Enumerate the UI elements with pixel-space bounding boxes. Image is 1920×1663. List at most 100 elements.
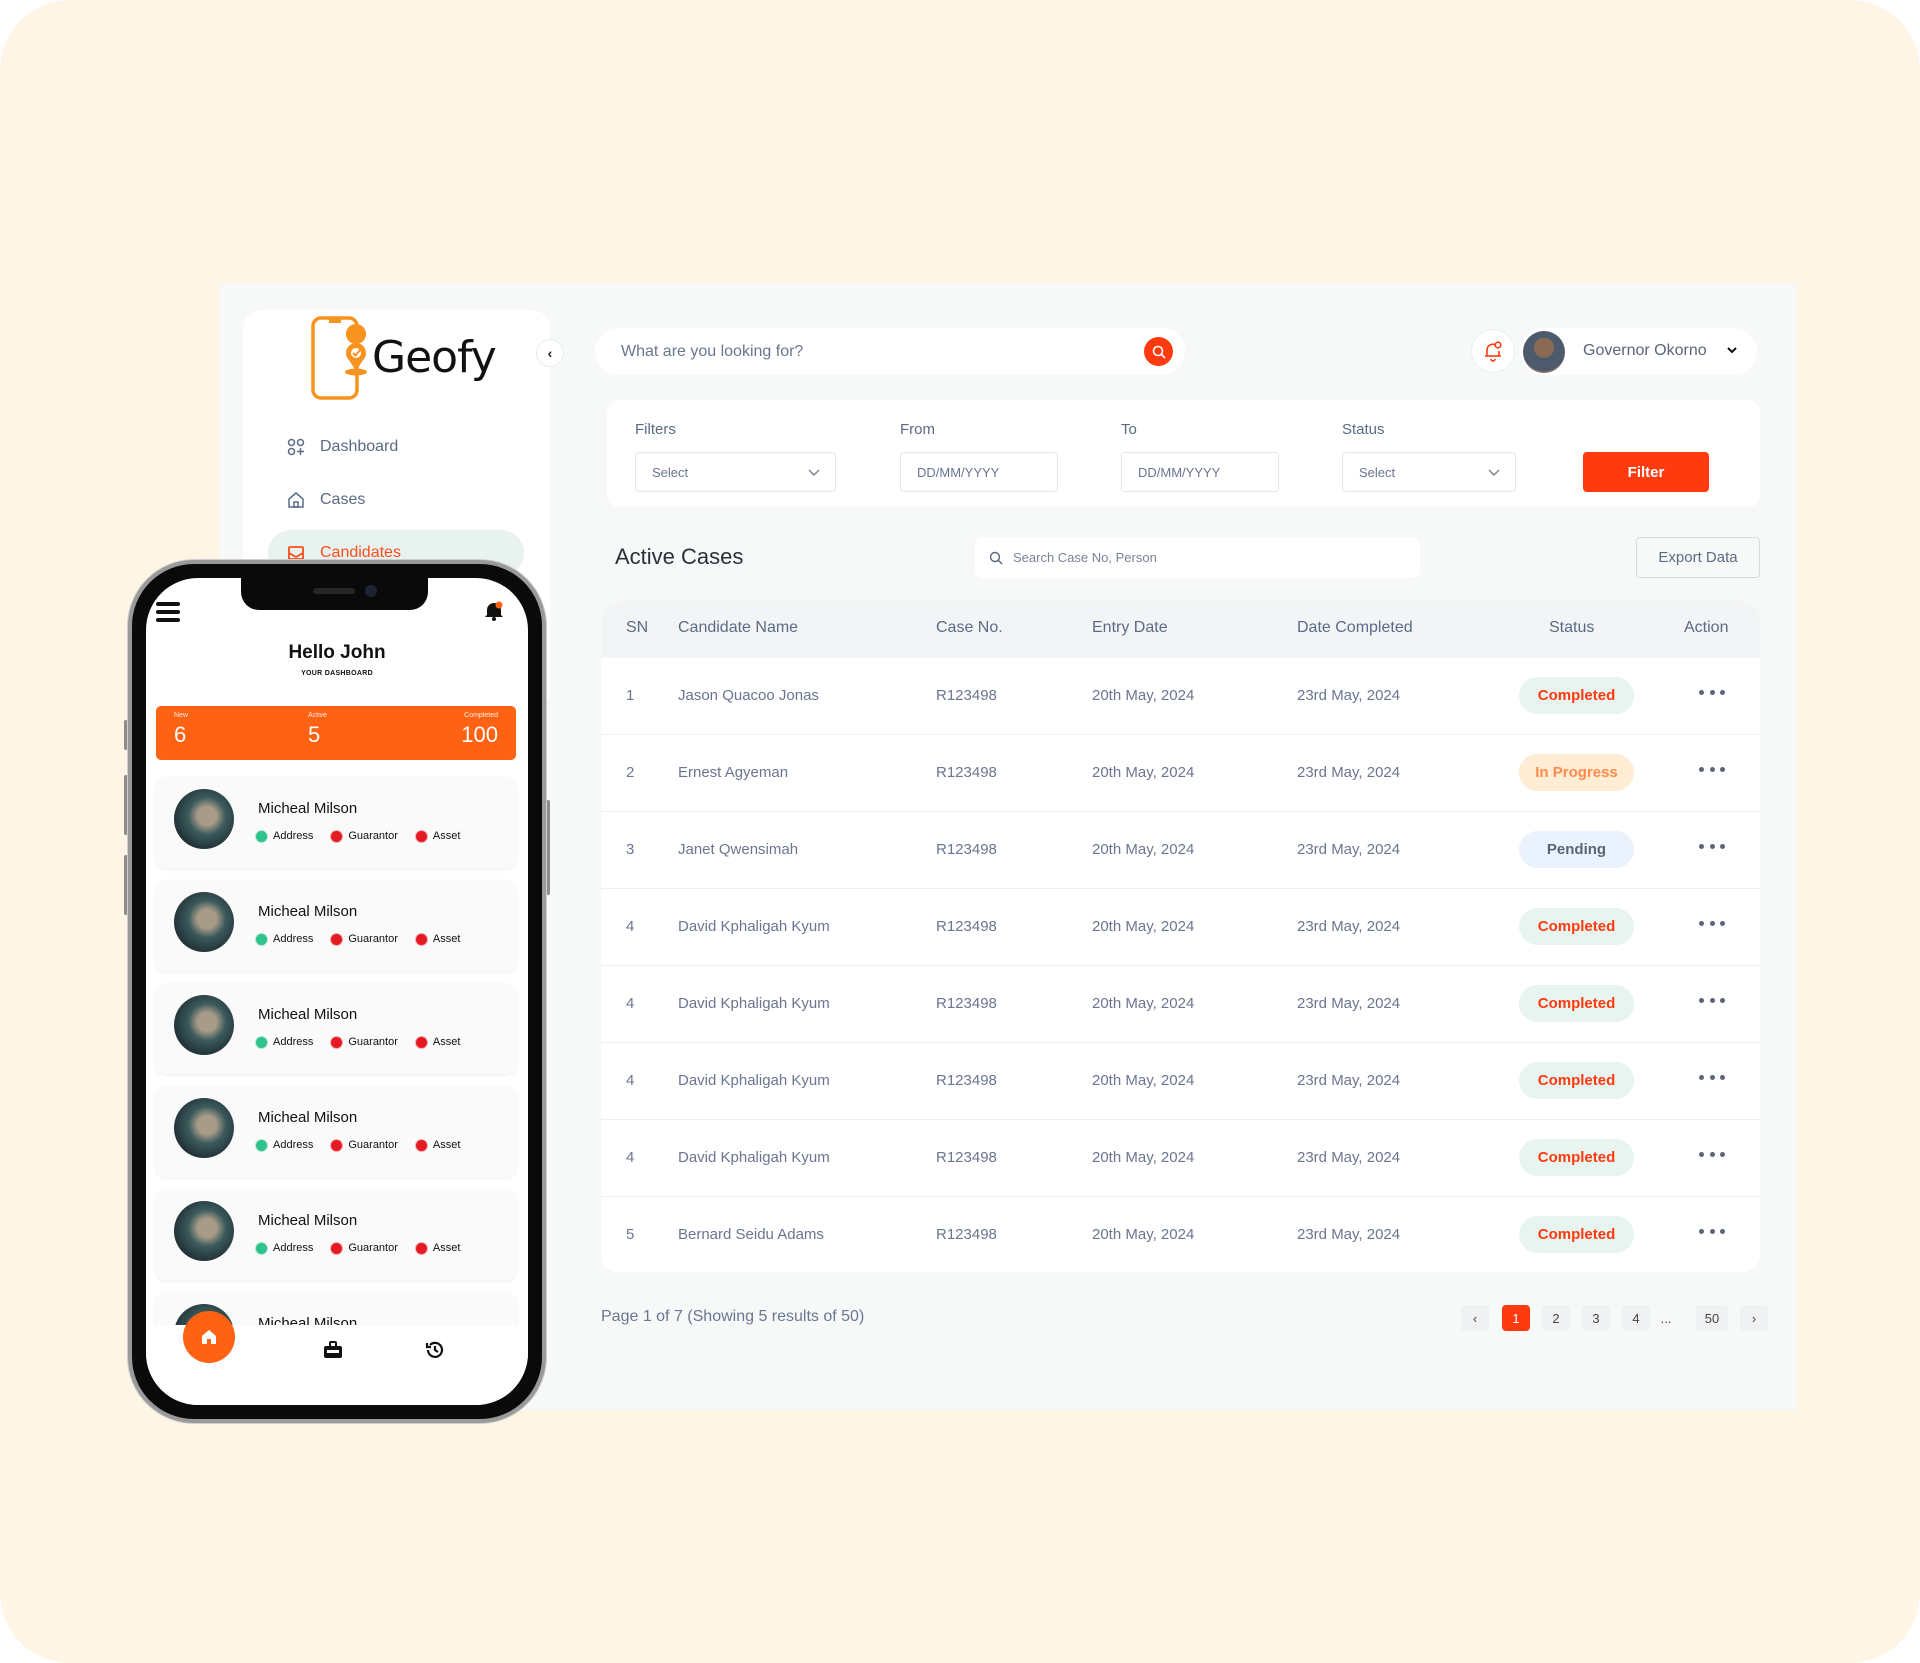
page-button[interactable]: 3 <box>1582 1305 1610 1331</box>
verification-tag: Guarantor <box>331 830 398 842</box>
verification-tag: Address <box>256 933 313 945</box>
bell-icon[interactable] <box>484 600 504 622</box>
next-page-button[interactable]: › <box>1740 1305 1768 1331</box>
verification-tag: Address <box>256 1036 313 1048</box>
status-dot-icon <box>415 1036 427 1048</box>
sidebar-item-dashboard[interactable]: Dashboard <box>268 424 524 470</box>
stat-label: Completed <box>464 712 498 719</box>
filter-button[interactable]: Filter <box>1583 452 1709 492</box>
status-dot-icon <box>331 1242 343 1254</box>
to-date-input[interactable]: DD/MM/YYYY <box>1121 452 1279 492</box>
candidate-card[interactable]: Micheal Milson Address Guarantor Asset <box>156 1087 516 1177</box>
page-button[interactable]: 50 <box>1696 1305 1728 1331</box>
cell-case-no: R123498 <box>936 1226 997 1243</box>
phone-greeting: Hello John <box>288 642 386 663</box>
candidate-avatar <box>174 892 234 952</box>
phone-notch <box>241 578 428 610</box>
column-header: Case No. <box>936 619 1003 636</box>
to-date-placeholder: DD/MM/YYYY <box>1138 464 1221 480</box>
table-row[interactable]: 4 David Kphaligah Kyum R123498 20th May, 20… <box>601 966 1760 1043</box>
verification-tag: Address <box>256 1139 313 1151</box>
more-actions-icon[interactable] <box>1699 916 1725 930</box>
phone-screen: Hello John YOUR DASHBOARD New 6 Active 5… <box>146 578 528 1405</box>
column-header: Date Completed <box>1297 619 1413 636</box>
cell-sn: 4 <box>626 1072 635 1089</box>
verification-tag: Address <box>256 830 313 842</box>
phone-speaker <box>313 588 355 594</box>
cell-sn: 1 <box>626 687 635 704</box>
cell-sn: 4 <box>626 1149 635 1166</box>
cell-entry-date: 20th May, 2024 <box>1092 687 1195 704</box>
table-row[interactable]: 4 David Kphaligah Kyum R123498 20th May, 20… <box>601 1043 1760 1120</box>
verification-tag-label: Address <box>273 1139 314 1151</box>
briefcase-icon[interactable] <box>323 1341 343 1359</box>
table-row[interactable]: 4 David Kphaligah Kyum R123498 20th May, 20… <box>601 1120 1760 1197</box>
cell-entry-date: 20th May, 2024 <box>1092 1072 1195 1089</box>
cell-candidate-name: Jason Quacoo Jonas <box>678 687 819 704</box>
status-dot-icon <box>256 1139 267 1151</box>
verification-tag: Asset <box>415 1139 460 1151</box>
column-header: Action <box>1684 619 1729 636</box>
sidebar-item-cases[interactable]: Cases <box>268 477 524 523</box>
status-badge: Completed <box>1519 908 1634 945</box>
more-actions-icon[interactable] <box>1699 993 1725 1007</box>
more-actions-icon[interactable] <box>1699 1224 1725 1238</box>
cell-candidate-name: David Kphaligah Kyum <box>678 995 830 1012</box>
status-dot-icon <box>415 830 427 842</box>
prev-page-button[interactable]: ‹ <box>1461 1305 1489 1331</box>
candidate-card[interactable]: Micheal Milson Address Guarantor Asset <box>156 984 516 1074</box>
more-actions-icon[interactable] <box>1699 839 1725 853</box>
page-button[interactable]: 1 <box>1502 1305 1530 1331</box>
verification-tag-label: Address <box>273 933 314 945</box>
verification-tag-label: Guarantor <box>348 1242 398 1254</box>
more-actions-icon[interactable] <box>1699 1070 1725 1084</box>
verification-tag-label: Guarantor <box>348 830 398 842</box>
from-date-input[interactable]: DD/MM/YYYY <box>900 452 1058 492</box>
table-row[interactable]: 5 Bernard Seidu Adams R123498 20th May, 202… <box>601 1197 1760 1272</box>
verification-tags: Address Guarantor Asset <box>256 1242 478 1254</box>
user-name: Governor Okorno <box>1583 342 1707 359</box>
home-tab-button[interactable] <box>183 1311 235 1363</box>
table-row[interactable]: 4 David Kphaligah Kyum R123498 20th May, 20… <box>601 889 1760 966</box>
candidate-card[interactable]: Micheal Milson Address Guarantor Asset <box>156 1190 516 1280</box>
case-search-input[interactable]: Search Case No, Person <box>975 537 1420 578</box>
chevron-down-icon <box>808 469 820 476</box>
status-label: Status <box>1342 421 1385 438</box>
collapse-sidebar-button[interactable]: ‹ <box>536 339 564 367</box>
stat-value: 5 <box>308 722 321 747</box>
menu-icon[interactable] <box>156 602 180 626</box>
page-button[interactable]: 4 <box>1622 1305 1650 1331</box>
search-button[interactable] <box>1144 337 1173 366</box>
verification-tag: Asset <box>415 1036 460 1048</box>
global-search-input[interactable]: What are you looking for? <box>595 328 1185 375</box>
chevron-left-icon: ‹ <box>547 345 553 361</box>
more-actions-icon[interactable] <box>1699 1147 1725 1161</box>
verification-tags: Address Guarantor Asset <box>256 830 478 842</box>
cell-entry-date: 20th May, 2024 <box>1092 918 1195 935</box>
candidate-name: Micheal Milson <box>258 1212 358 1229</box>
cell-case-no: R123498 <box>936 1072 997 1089</box>
page-button[interactable]: 2 <box>1542 1305 1570 1331</box>
table-row[interactable]: 3 Janet Qwensimah R123498 20th May, 2024 23r… <box>601 812 1760 889</box>
candidate-card[interactable]: Micheal Milson Address Guarantor Asset <box>156 778 516 868</box>
user-profile-menu[interactable]: Governor Okorno <box>1520 328 1757 375</box>
cell-candidate-name: David Kphaligah Kyum <box>678 918 830 935</box>
cell-candidate-name: David Kphaligah Kyum <box>678 1149 830 1166</box>
filters-select[interactable]: Select <box>635 452 836 492</box>
verification-tags: Address Guarantor Asset <box>256 1139 478 1151</box>
table-row[interactable]: 1 Jason Quacoo Jonas R123498 20th May, 2024… <box>601 658 1760 735</box>
export-data-button[interactable]: Export Data <box>1636 537 1760 578</box>
cell-entry-date: 20th May, 2024 <box>1092 764 1195 781</box>
status-badge: Completed <box>1519 677 1634 714</box>
candidate-card[interactable]: Micheal Milson Address Guarantor Asset <box>156 881 516 971</box>
pagination-info: Page 1 of 7 (Showing 5 results of 50) <box>601 1308 865 1325</box>
verification-tag-label: Guarantor <box>348 1139 398 1151</box>
more-actions-icon[interactable] <box>1699 685 1725 699</box>
phone-subtitle: YOUR DASHBOARD <box>301 670 373 677</box>
table-row[interactable]: 2 Ernest Agyeman R123498 20th May, 2024 23rd… <box>601 735 1760 812</box>
status-select[interactable]: Select <box>1342 452 1516 492</box>
case-search-placeholder: Search Case No, Person <box>1013 550 1157 565</box>
notifications-button[interactable] <box>1471 329 1515 373</box>
history-icon[interactable] <box>425 1340 445 1360</box>
more-actions-icon[interactable] <box>1699 762 1725 776</box>
